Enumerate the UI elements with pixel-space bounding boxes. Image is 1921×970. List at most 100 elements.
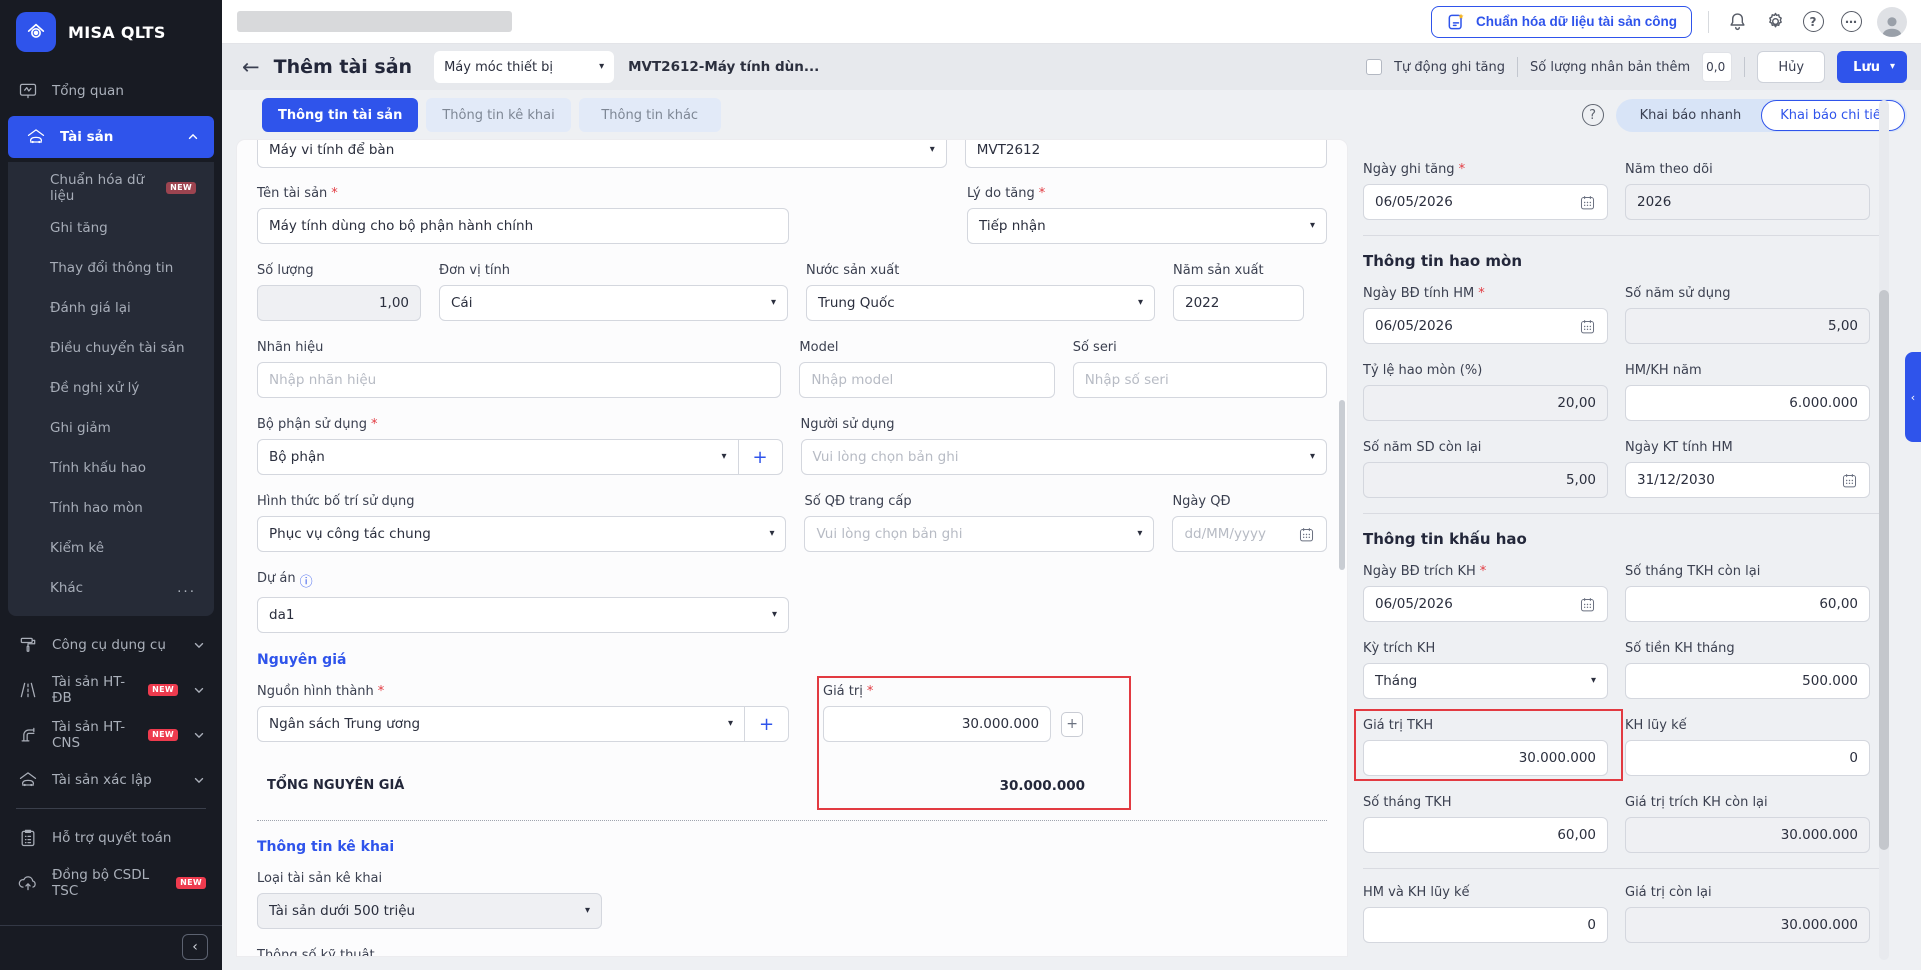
wear-start-date-input[interactable]: 06/05/2026: [1363, 308, 1608, 344]
depreciation-period-select[interactable]: Tháng ▾: [1363, 663, 1608, 699]
add-value-row-button[interactable]: +: [1061, 712, 1083, 737]
sidebar-subitem-other[interactable]: Khác ...: [8, 568, 214, 608]
side-panel-handle[interactable]: ‹: [1905, 352, 1921, 442]
save-button[interactable]: Lưu ▾: [1837, 51, 1907, 83]
sidebar-item-asset-htdb[interactable]: Tài sản HT-ĐB NEW: [0, 667, 222, 712]
asset-code-input[interactable]: [965, 140, 1327, 168]
remaining-depr-months-input[interactable]: [1625, 586, 1870, 622]
using-department-select[interactable]: Bộ phận ▾: [257, 439, 739, 475]
sidebar-subitem-transfer-asset[interactable]: Điều chuyển tài sản: [8, 328, 214, 368]
sidebar-subitem-handling-request[interactable]: Đề nghị xử lý: [8, 368, 214, 408]
remaining-depr-value-input: [1625, 817, 1870, 853]
sidebar-subitem-wear-calc[interactable]: Tính hao mòn: [8, 488, 214, 528]
sidebar-item-sync-csdl-tsc[interactable]: Đồng bộ CSDL TSC NEW: [0, 860, 222, 905]
usage-arrangement-select[interactable]: Phục vụ công tác chung ▾: [257, 516, 786, 552]
sidebar-subitem-depreciation-calc[interactable]: Tính khấu hao: [8, 448, 214, 488]
sidebar-item-asset-htcns[interactable]: Tài sản HT-CNS NEW: [0, 712, 222, 757]
quantity-input: [257, 285, 421, 321]
calendar-icon[interactable]: [1579, 194, 1596, 211]
residual-value-input: [1625, 907, 1870, 943]
help-circle-icon[interactable]: ?: [1582, 104, 1604, 126]
original-cost-heading: Nguyên giá: [257, 652, 1327, 668]
back-icon[interactable]: ←: [242, 57, 260, 78]
caret-down-icon: ▾: [930, 145, 935, 155]
app-root: MISA QLTS Tổng quan Tài sản Chuẩn: [0, 0, 1921, 970]
wear-info-heading: Thông tin hao mòn: [1363, 252, 1888, 270]
value-input[interactable]: [823, 706, 1051, 742]
tab-declaration-info[interactable]: Thông tin kê khai: [426, 98, 570, 132]
sidebar-subitem-record-decrease[interactable]: Ghi giảm: [8, 408, 214, 448]
decision-date-input[interactable]: dd/MM/yyyy: [1172, 516, 1327, 552]
quick-declare-option[interactable]: Khai báo nhanh: [1620, 108, 1762, 123]
monthly-depr-amount-input[interactable]: [1625, 663, 1870, 699]
country-select[interactable]: Trung Quốc ▾: [806, 285, 1155, 321]
declared-asset-type-select[interactable]: Tài sản dưới 500 triệu ▾: [257, 893, 602, 929]
caret-down-icon: ▾: [1138, 298, 1143, 308]
total-wear-depr-input[interactable]: [1363, 907, 1608, 943]
sidebar-item-tools-supplies[interactable]: Công cụ dụng cụ: [0, 622, 222, 667]
total-original-cost-row: TỔNG NGUYÊN GIÁ 30.000.000: [257, 768, 1327, 804]
decision-number-select[interactable]: Vui lòng chọn bản ghi ▾: [804, 516, 1154, 552]
asset-category-select[interactable]: Máy móc thiết bị ▾: [434, 51, 614, 83]
sidebar-subitem-change-info[interactable]: Thay đổi thông tin: [8, 248, 214, 288]
sidebar-item-overview[interactable]: Tổng quan: [0, 70, 222, 112]
sidebar-collapse-button[interactable]: ‹: [182, 934, 208, 960]
sidebar-subitem-normalize-data[interactable]: Chuẩn hóa dữ liệu NEW: [8, 168, 214, 208]
calendar-icon[interactable]: [1579, 318, 1596, 335]
unit-select[interactable]: Cái ▾: [439, 285, 788, 321]
depr-months-input[interactable]: [1363, 817, 1608, 853]
form-scrollbar-thumb[interactable]: [1339, 400, 1345, 570]
tab-asset-info[interactable]: Thông tin tài sản: [262, 98, 418, 132]
gear-icon[interactable]: [1763, 10, 1787, 34]
add-department-button[interactable]: +: [739, 439, 783, 475]
accumulated-depr-input[interactable]: [1625, 740, 1870, 776]
asset-type-select[interactable]: Máy vi tính để bàn ▾: [257, 140, 947, 168]
caret-down-icon: ▾: [599, 62, 604, 72]
bell-icon[interactable]: [1725, 10, 1749, 34]
increase-reason-select[interactable]: Tiếp nhận ▾: [967, 208, 1327, 244]
info-icon[interactable]: ⓘ: [300, 571, 313, 590]
normalize-public-asset-button[interactable]: Chuẩn hóa dữ liệu tài sản công: [1431, 6, 1692, 38]
caret-down-icon: ▾: [1137, 529, 1142, 539]
sidebar-subitem-inventory[interactable]: Kiểm kê: [8, 528, 214, 568]
sidebar-item-settlement-support[interactable]: Hỗ trợ quyết toán: [0, 815, 222, 860]
clone-count-label: Số lượng nhân bản thêm: [1530, 60, 1690, 75]
asset-code-crumb: MVT2612-Máy tính dùn...: [628, 59, 819, 75]
panel-scrollbar-thumb[interactable]: [1879, 290, 1889, 850]
avatar[interactable]: [1877, 7, 1907, 37]
logo-row[interactable]: MISA QLTS: [0, 0, 222, 66]
record-increase-date-input[interactable]: 06/05/2026: [1363, 184, 1608, 220]
tkh-value-input[interactable]: [1363, 740, 1608, 776]
subheader: ← Thêm tài sản Máy móc thiết bị ▾ MVT261…: [222, 44, 1921, 90]
annual-wear-amount-input[interactable]: [1625, 385, 1870, 421]
content: Thông tin tài sản Thông tin kê khai Thôn…: [222, 90, 1921, 970]
funding-source-select[interactable]: Ngân sách Trung ương ▾: [257, 706, 745, 742]
serial-input[interactable]: [1073, 362, 1327, 398]
caret-down-icon: ▾: [1591, 676, 1596, 686]
cancel-button[interactable]: Hủy: [1757, 51, 1825, 83]
asset-name-input[interactable]: [257, 208, 789, 244]
more-icon[interactable]: ⋯: [1839, 10, 1863, 34]
tab-other-info[interactable]: Thông tin khác: [579, 98, 721, 132]
value-field-group: Giá trị* +: [823, 684, 1083, 742]
calendar-icon[interactable]: [1298, 526, 1315, 543]
sidebar-subitem-revaluation[interactable]: Đánh giá lại: [8, 288, 214, 328]
depreciation-start-date-input[interactable]: 06/05/2026: [1363, 586, 1608, 622]
clone-count-input[interactable]: [1702, 52, 1732, 82]
project-select[interactable]: da1 ▾: [257, 597, 789, 633]
add-funding-source-button[interactable]: +: [745, 706, 789, 742]
production-year-input[interactable]: [1173, 285, 1304, 321]
model-input[interactable]: [799, 362, 1054, 398]
sidebar-footer: ‹: [0, 925, 222, 970]
calendar-icon[interactable]: [1579, 596, 1596, 613]
sidebar-item-assets[interactable]: Tài sản: [8, 116, 214, 158]
user-select[interactable]: Vui lòng chọn bản ghi ▾: [801, 439, 1328, 475]
pipe-icon: [18, 725, 38, 745]
auto-record-checkbox[interactable]: [1366, 59, 1382, 75]
help-icon[interactable]: ?: [1801, 10, 1825, 34]
wear-end-date-input[interactable]: 31/12/2030: [1625, 462, 1870, 498]
brand-input[interactable]: [257, 362, 781, 398]
sidebar-item-asset-established[interactable]: Tài sản xác lập: [0, 757, 222, 802]
calendar-icon[interactable]: [1841, 472, 1858, 489]
sidebar-subitem-record-increase[interactable]: Ghi tăng: [8, 208, 214, 248]
